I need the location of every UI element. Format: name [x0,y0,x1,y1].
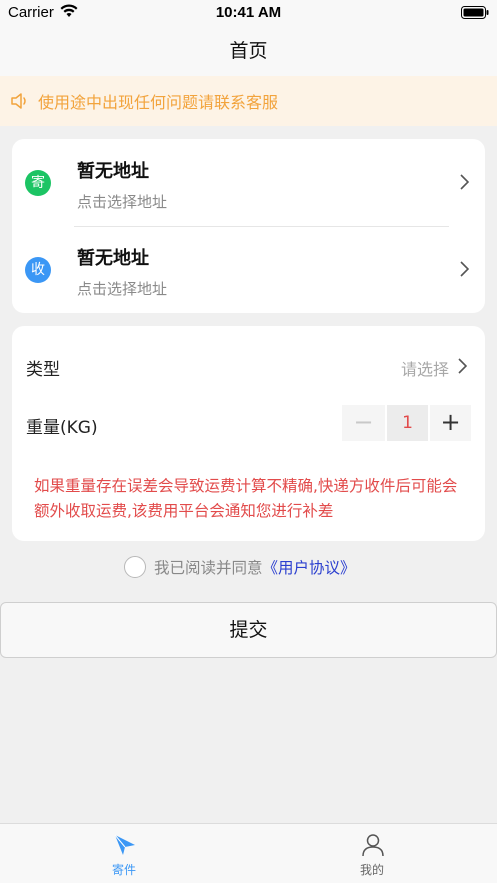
receiver-badge: 收 [25,257,51,283]
weight-label: 重量(KG) [26,418,98,438]
sender-address-row[interactable]: 寄 暂无地址 点击选择地址 [12,139,485,226]
sender-title: 暂无地址 [77,161,149,182]
navigation-bar: 首页 [0,26,497,76]
type-select[interactable]: 请选择 [401,356,449,380]
weight-input[interactable]: 1 [385,405,428,441]
receiver-title: 暂无地址 [77,248,149,269]
receiver-address-row[interactable]: 收 暂无地址 点击选择地址 [12,226,485,313]
submit-button[interactable]: 提交 [0,602,497,658]
increment-button[interactable]: + [428,405,471,441]
status-bar: Carrier 10:41 AM [0,0,497,26]
notice-text: 使用途中出现任何问题请联系客服 [38,93,279,112]
chevron-right-icon [460,174,469,190]
tab-send[interactable]: 寄件 [0,824,248,883]
chevron-right-icon [460,261,469,277]
chevron-right-icon[interactable] [457,358,467,374]
clock: 10:41 AM [215,4,282,21]
user-icon [362,834,384,857]
sender-badge: 寄 [25,170,51,196]
agreement-row: 我已阅读并同意 《用户协议》 [124,555,356,579]
weight-warning: 如果重量存在误差会导致运费计算不精确,快递方收件后可能会额外收取运费,该费用平台… [34,477,458,520]
weight-stepper: − 1 + [342,405,473,441]
address-card: 寄 暂无地址 点击选择地址 收 暂无地址 点击选择地址 [12,139,485,313]
page-title: 首页 [229,40,268,62]
decrement-button[interactable]: − [342,405,385,441]
tab-mine[interactable]: 我的 [248,824,496,883]
notice-banner: 使用途中出现任何问题请联系客服 [0,76,497,126]
agreement-checkbox[interactable] [124,556,146,578]
tab-send-label: 寄件 [111,863,136,877]
user-agreement-link[interactable]: 《用户协议》 [263,556,356,578]
tab-bar: 寄件 我的 [0,823,497,883]
battery-icon [461,6,489,19]
package-info-card: 类型 请选择 重量(KG) − 1 + 如果重量存在误差会导致运费计算不精确,快… [12,326,485,541]
tab-mine-label: 我的 [359,863,384,877]
speaker-icon [11,93,26,109]
type-label: 类型 [26,360,60,380]
sender-subtitle: 点击选择地址 [77,193,168,211]
paper-plane-icon [114,834,135,855]
agreement-text: 我已阅读并同意 [154,559,263,577]
receiver-subtitle: 点击选择地址 [77,280,168,298]
